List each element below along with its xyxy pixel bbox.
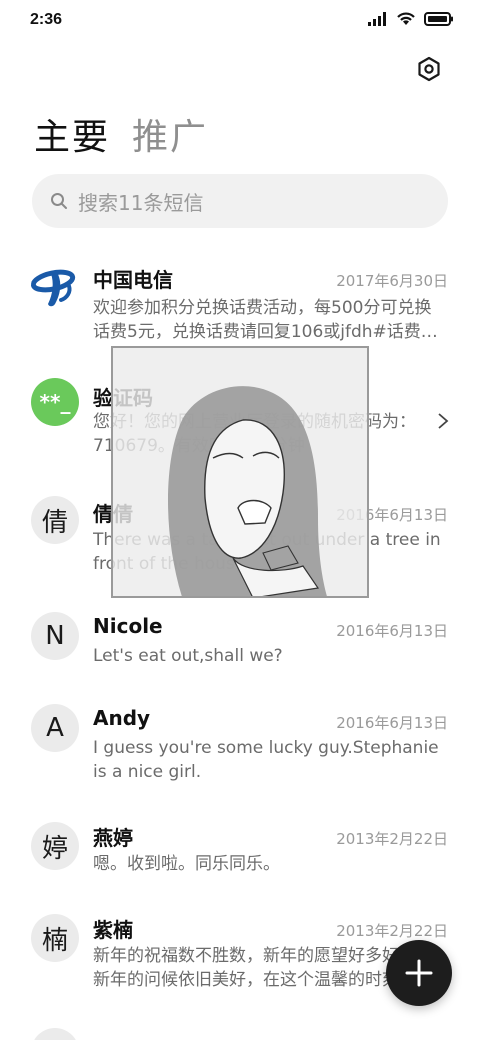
settings-icon — [418, 56, 440, 82]
list-item[interactable]: 中国电信 2017年6月30日 欢迎参加积分兑换话费活动，每500分可兑换话费5… — [0, 262, 480, 350]
message-date: 2016年6月13日 — [336, 714, 448, 732]
avatar — [31, 262, 79, 310]
sender-name: Andy — [93, 706, 151, 730]
avatar: 婷 — [31, 822, 79, 870]
chevron-right-icon[interactable] — [436, 412, 450, 430]
avatar: 楠 — [31, 914, 79, 962]
overlay-photo — [111, 346, 369, 598]
avatar — [31, 1028, 79, 1040]
china-telecom-logo-icon — [31, 269, 76, 307]
settings-button[interactable] — [416, 56, 442, 82]
message-date: 2016年6月13日 — [336, 622, 448, 640]
sender-name: Nicole — [93, 614, 163, 638]
status-time: 2:36 — [30, 11, 63, 28]
message-tabs: 主要 推广 — [34, 108, 208, 160]
search-placeholder: 搜索11条短信 — [78, 190, 204, 215]
sender-name: 中国电信 — [93, 268, 173, 292]
tab-primary[interactable]: 主要 — [34, 108, 110, 160]
message-preview: 嗯。收到啦。同乐同乐。 — [93, 854, 280, 874]
list-item[interactable]: A Andy 2016年6月13日 I guess you're some lu… — [0, 704, 480, 790]
search-icon — [51, 193, 67, 209]
status-bar: 2:36 — [0, 0, 480, 40]
wifi-icon — [397, 12, 415, 25]
message-preview: I guess you're some lucky guy.Stephanie … — [93, 738, 439, 782]
signal-icon — [368, 12, 386, 26]
sender-name: 紫楠 — [93, 918, 133, 942]
list-item[interactable]: N Nicole 2016年6月13日 Let's eat out,shall … — [0, 610, 480, 672]
avatar: A — [31, 704, 79, 752]
message-date: 2013年2月22日 — [336, 922, 448, 940]
message-date: 2017年6月30日 — [336, 272, 448, 290]
avatar: 倩 — [31, 496, 79, 544]
message-date: 2013年2月22日 — [336, 830, 448, 848]
message-preview: Let's eat out,shall we? — [93, 646, 283, 666]
sketch-portrait-icon — [168, 386, 327, 596]
compose-button[interactable] — [386, 940, 452, 1006]
avatar: **_ — [31, 378, 79, 426]
battery-icon — [424, 12, 453, 26]
list-item[interactable]: 婷 燕婷 2013年2月22日 嗯。收到啦。同乐同乐。 — [0, 822, 480, 884]
sender-name: 燕婷 — [93, 826, 133, 850]
plus-icon — [405, 959, 433, 987]
status-icons — [368, 12, 454, 26]
search-bar[interactable]: 搜索11条短信 — [32, 174, 448, 228]
message-preview: 欢迎参加积分兑换话费活动，每500分可兑换话费5元，兑换话费请回复106或jfd… — [93, 298, 438, 342]
avatar: N — [31, 612, 79, 660]
list-item[interactable] — [0, 1028, 480, 1040]
tab-promotions[interactable]: 推广 — [132, 108, 208, 160]
